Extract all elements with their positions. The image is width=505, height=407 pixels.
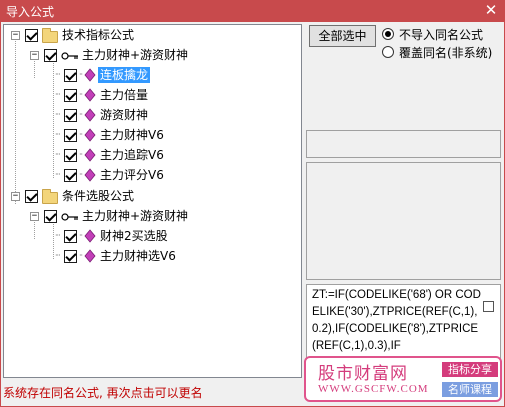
checkbox-icon[interactable] bbox=[64, 250, 77, 263]
expander-minus-icon[interactable]: − bbox=[30, 212, 39, 221]
tree-line: ·· bbox=[79, 110, 83, 119]
checkbox-icon[interactable] bbox=[44, 210, 57, 223]
tree-line: ·· bbox=[79, 251, 83, 260]
tree-node-subgroup[interactable]: − 主力财神+游资财神 bbox=[4, 208, 294, 226]
tree-item-label: 主力倍量 bbox=[100, 88, 149, 102]
tree-line: ·· bbox=[79, 90, 83, 99]
tree-line: ··· bbox=[55, 70, 61, 79]
window-title: 导入公式 bbox=[6, 5, 55, 19]
tree-item[interactable]: ··· ·· 连板擒龙 bbox=[4, 67, 294, 85]
key-icon bbox=[61, 213, 78, 221]
tree-item-label: 财神2买选股 bbox=[100, 229, 168, 243]
status-message: 系统存在同名公式, 再次点击可以更名 bbox=[3, 386, 203, 400]
formula-gem-icon bbox=[84, 148, 96, 162]
tree-item-label: 主力评分V6 bbox=[100, 168, 164, 182]
tree-item-label: 主力追踪V6 bbox=[100, 148, 164, 162]
tree-node-label: 技术指标公式 bbox=[62, 28, 135, 42]
checkbox-icon[interactable] bbox=[64, 69, 77, 82]
tree-item[interactable]: ··· ·· 主力评分V6 bbox=[4, 167, 294, 185]
tree-line: ··· bbox=[55, 251, 61, 260]
expander-minus-icon[interactable]: − bbox=[30, 51, 39, 60]
tree-item-label: 游资财神 bbox=[100, 108, 149, 122]
watermark-title: 股市财富网 bbox=[318, 364, 408, 384]
skip-duplicate-label: 不导入同名公式 bbox=[399, 28, 484, 42]
tree-item[interactable]: ··· ·· 主力财神V6 bbox=[4, 127, 294, 145]
select-all-button[interactable]: 全部选中 bbox=[309, 25, 376, 47]
formula-tree[interactable]: − 技术指标公式 − 主力财神+游资财神 ··· ·· 连板擒龙 ··· ·· … bbox=[3, 24, 302, 378]
tree-line: ··· bbox=[55, 110, 61, 119]
dialog-body: − 技术指标公式 − 主力财神+游资财神 ··· ·· 连板擒龙 ··· ·· … bbox=[0, 22, 505, 407]
preview-checkbox[interactable] bbox=[483, 301, 494, 312]
tree-item[interactable]: ··· ·· 游资财神 bbox=[4, 107, 294, 125]
tree-node-group[interactable]: − 技术指标公式 bbox=[4, 27, 294, 45]
tree-node-group[interactable]: − 条件选股公式 bbox=[4, 188, 294, 206]
formula-gem-icon bbox=[84, 88, 96, 102]
formula-gem-icon bbox=[84, 128, 96, 142]
tree-line: ·· bbox=[79, 130, 83, 139]
formula-gem-icon bbox=[84, 168, 96, 182]
tree-item[interactable]: ··· ·· 主力财神选V6 bbox=[4, 248, 294, 266]
checkbox-icon[interactable] bbox=[25, 190, 38, 203]
tree-line: ··· bbox=[55, 170, 61, 179]
checkbox-icon[interactable] bbox=[64, 169, 77, 182]
tree-line: ·· bbox=[79, 70, 83, 79]
watermark-url: WWW.GSCFW.COM bbox=[318, 383, 429, 395]
folder-icon bbox=[42, 28, 58, 43]
formula-gem-icon bbox=[84, 249, 96, 263]
formula-description-box[interactable] bbox=[306, 162, 501, 280]
tree-item[interactable]: ··· ·· 主力倍量 bbox=[4, 87, 294, 105]
tree-line: ·· bbox=[79, 231, 83, 240]
tree-item[interactable]: ··· ·· 主力追踪V6 bbox=[4, 147, 294, 165]
close-icon[interactable]: ✕ bbox=[483, 1, 499, 19]
formula-gem-icon bbox=[84, 229, 96, 243]
checkbox-icon[interactable] bbox=[64, 129, 77, 142]
tree-line: ··· bbox=[55, 231, 61, 240]
folder-icon bbox=[42, 189, 58, 204]
checkbox-icon[interactable] bbox=[44, 49, 57, 62]
checkbox-icon[interactable] bbox=[64, 89, 77, 102]
key-icon bbox=[61, 52, 78, 60]
formula-gem-icon bbox=[84, 68, 96, 82]
tree-node-label: 条件选股公式 bbox=[62, 189, 135, 203]
tree-item-label: 主力财神V6 bbox=[100, 128, 164, 142]
overwrite-duplicate-label: 覆盖同名(非系统) bbox=[399, 46, 493, 60]
tree-node-label: 主力财神+游资财神 bbox=[82, 209, 189, 223]
formula-gem-icon bbox=[84, 108, 96, 122]
checkbox-icon[interactable] bbox=[64, 109, 77, 122]
checkbox-icon[interactable] bbox=[64, 230, 77, 243]
tree-line: ·· bbox=[79, 170, 83, 179]
tree-line: ··· bbox=[55, 150, 61, 159]
checkbox-icon[interactable] bbox=[25, 29, 38, 42]
watermark-logo: 股市财富网 WWW.GSCFW.COM 指标分享 名师课程 bbox=[304, 356, 502, 402]
formula-source-text: ZT:=IF(CODELIKE('68') OR CODELIKE('30'),… bbox=[312, 289, 481, 352]
expander-minus-icon[interactable]: − bbox=[11, 192, 20, 201]
tree-item-label: 主力财神选V6 bbox=[100, 249, 176, 263]
tree-line: ·· bbox=[79, 150, 83, 159]
formula-name-field[interactable] bbox=[306, 130, 501, 158]
tree-item[interactable]: ··· ·· 财神2买选股 bbox=[4, 228, 294, 246]
watermark-tag: 名师课程 bbox=[442, 382, 498, 397]
tree-item-label: 连板擒龙 bbox=[98, 67, 151, 83]
skip-duplicate-radio[interactable] bbox=[382, 28, 394, 40]
tree-line: ··· bbox=[55, 130, 61, 139]
tree-node-subgroup[interactable]: − 主力财神+游资财神 bbox=[4, 47, 294, 65]
overwrite-duplicate-radio[interactable] bbox=[382, 46, 394, 58]
checkbox-icon[interactable] bbox=[64, 149, 77, 162]
expander-minus-icon[interactable]: − bbox=[11, 31, 20, 40]
tree-line: ··· bbox=[55, 90, 61, 99]
title-bar: 导入公式 ✕ bbox=[0, 0, 505, 22]
watermark-tag: 指标分享 bbox=[442, 362, 498, 377]
tree-node-label: 主力财神+游资财神 bbox=[82, 48, 189, 62]
